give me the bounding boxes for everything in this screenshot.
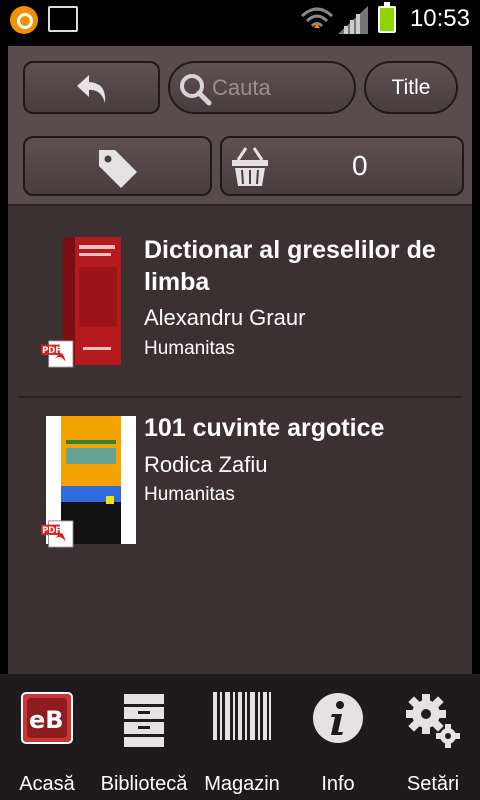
ebooks-logo-icon: eB [21,692,73,744]
pdf-icon: PDF [41,520,74,548]
book-author: Rodica Zafiu [144,452,268,477]
svg-text:PDF: PDF [42,345,61,355]
search-input[interactable] [212,73,352,103]
back-button[interactable] [23,61,160,114]
nav-item-settings[interactable]: Setări [386,674,480,800]
image-notification-icon [48,6,78,32]
signal-icon [338,6,368,34]
nav-label: Magazin [204,773,280,795]
cabinet-icon [124,694,164,747]
info-icon [313,693,363,743]
nav-label: Info [321,773,355,795]
book-item[interactable]: PDF 101 cuvinte argotice Rodica Zafiu Hu… [8,401,472,551]
bottom-navigation: eB Acasă Bibliotecă Magazin Info Setări [0,674,480,800]
nav-label: Bibliotecă [100,773,188,795]
status-bar: 10:53 [0,0,480,38]
book-title: Dictionar al greselilor de limba [144,236,436,296]
toolbar: Title 0 [8,46,472,206]
nav-item-store[interactable]: Magazin [194,674,290,800]
gear-icon [406,694,460,748]
book-publisher: Humanitas [144,338,235,359]
nav-item-home[interactable]: eB Acasă [0,674,94,800]
tags-button[interactable] [23,136,212,196]
svg-text:PDF: PDF [42,525,61,535]
nav-item-library[interactable]: Bibliotecă [94,674,194,800]
search-box[interactable] [168,61,356,114]
book-title: 101 cuvinte argotice [144,414,385,442]
book-publisher: Humanitas [144,484,235,505]
pdf-icon: PDF [41,340,74,368]
wifi-icon [300,7,334,28]
clock: 10:53 [409,5,470,32]
divider [18,396,462,398]
tag-icon [99,150,137,188]
nav-label: Acasă [19,773,75,795]
book-item[interactable]: PDF Dictionar al greselilor de limba Ale… [8,221,472,391]
nav-item-info[interactable]: Info [290,674,386,800]
barcode-icon [213,692,271,740]
app-notification-icon [10,6,38,34]
cart-button[interactable]: 0 [220,136,464,196]
nav-label: Setări [406,773,460,795]
cart-count: 0 [352,150,368,181]
svg-text:eB: eB [29,706,64,734]
book-author: Alexandru Graur [144,305,306,330]
search-icon [180,74,212,106]
back-arrow-icon [77,75,106,103]
sort-title-button[interactable]: Title [364,61,458,114]
main-panel: Title 0 [8,46,472,674]
basket-icon [232,147,268,186]
battery-icon [378,2,396,33]
